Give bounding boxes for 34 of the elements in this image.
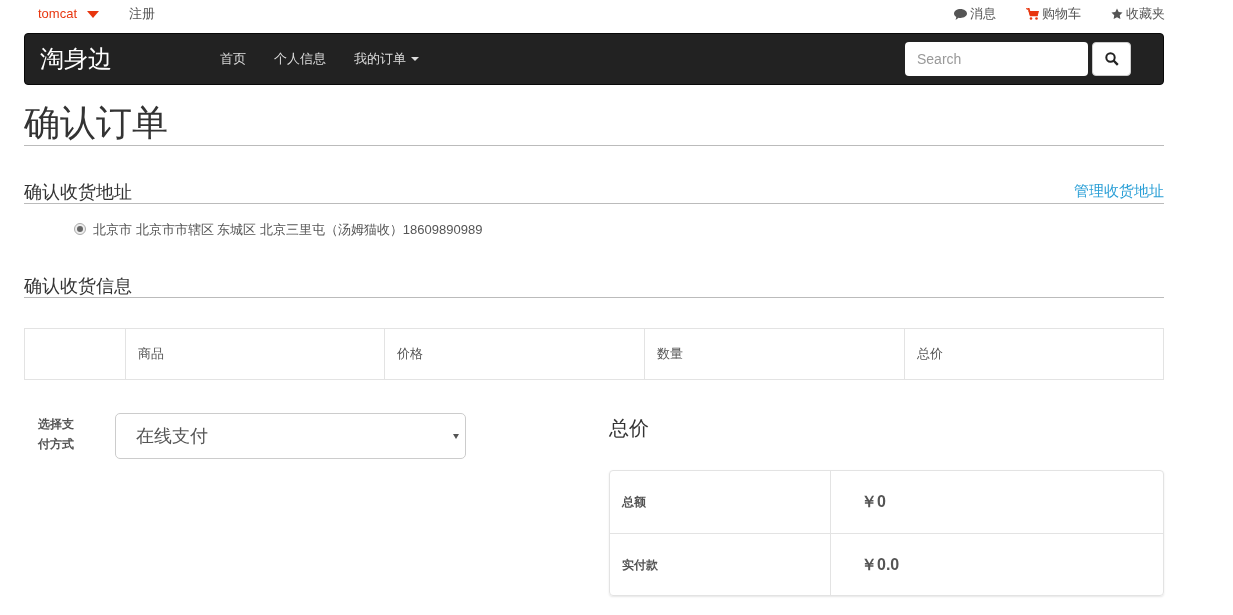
search-field[interactable]: Search: [905, 42, 1088, 76]
top-link[interactable]: 消息: [954, 4, 996, 24]
total-label: 总额: [610, 471, 831, 533]
caret-icon: [453, 433, 459, 439]
total-title: 总价: [609, 416, 650, 441]
payment-label: 选择支付方式: [38, 416, 75, 453]
total-value: ￥0.0: [860, 554, 901, 575]
top-link[interactable]: 购物车: [1026, 4, 1081, 24]
speech-bubble-icon: [954, 8, 967, 20]
register-link[interactable]: 注册: [129, 4, 155, 24]
nav-item[interactable]: 首页: [220, 49, 246, 69]
user-menu[interactable]: tomcat: [38, 4, 99, 24]
column-header: 总价: [904, 329, 1163, 379]
section-title: 确认收货信息: [24, 275, 133, 297]
cart-icon: [1026, 8, 1039, 20]
payment-select[interactable]: 在线支付: [115, 413, 466, 459]
nav-item[interactable]: 个人信息: [274, 49, 326, 69]
page-title: 确认订单: [24, 101, 169, 145]
total-label: 实付款: [610, 534, 831, 595]
nav-item[interactable]: 我的订单: [354, 49, 419, 69]
total-value: ￥0: [860, 492, 887, 512]
address-option[interactable]: 北京市 北京市市辖区 东城区 北京三里屯（汤姆猫收）18609890989: [74, 219, 1164, 239]
column-header: 价格: [384, 329, 644, 379]
radio-button[interactable]: [74, 223, 86, 236]
top-link[interactable]: 收藏夹: [1111, 4, 1165, 24]
search-button[interactable]: [1092, 42, 1131, 76]
brand-logo[interactable]: 淘身边: [40, 41, 220, 77]
column-header: 商品: [125, 329, 384, 379]
caret-icon: [87, 10, 99, 18]
column-header: 数量: [644, 329, 904, 379]
star-icon: [1111, 8, 1123, 20]
section-title: 确认收货地址: [24, 180, 132, 203]
caret-icon: [411, 57, 419, 61]
search-icon: [1104, 52, 1119, 66]
